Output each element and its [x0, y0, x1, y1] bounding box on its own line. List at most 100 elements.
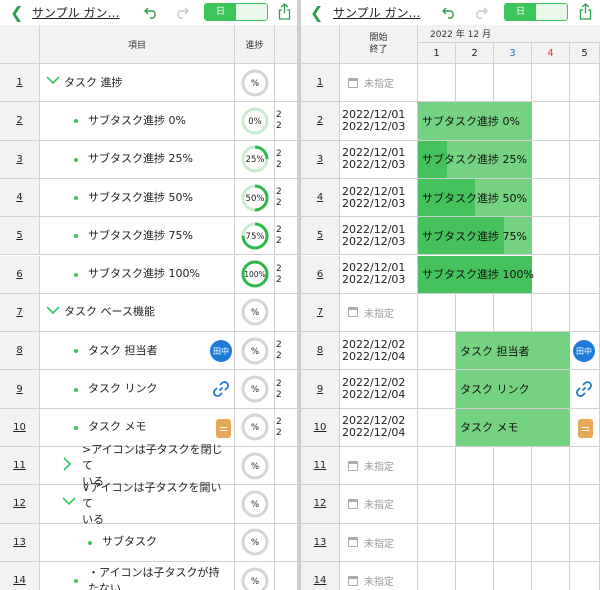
- gantt-bar[interactable]: サブタスク進捗 25%: [418, 140, 532, 178]
- date-range-cell[interactable]: 2022/12/01 2022/12/03: [340, 178, 418, 218]
- task-row[interactable]: タスク ベース機能: [40, 293, 235, 333]
- row-number[interactable]: 5: [301, 217, 340, 256]
- chevron-down-icon[interactable]: [62, 495, 76, 509]
- date-unset-cell[interactable]: 未指定: [340, 485, 418, 524]
- row-number[interactable]: 4: [301, 178, 340, 218]
- row-number[interactable]: 6: [0, 255, 40, 294]
- gantt-grid-cell[interactable]: [570, 447, 600, 486]
- task-row[interactable]: タスク リンク: [40, 370, 235, 409]
- date-range-cell[interactable]: 2022/12/02 2022/12/04: [340, 370, 418, 409]
- back-chevron-icon[interactable]: ❮: [310, 3, 323, 22]
- gantt-grid-cell[interactable]: [532, 217, 570, 256]
- gantt-bar[interactable]: サブタスク進捗 50%: [418, 178, 532, 217]
- memo-icon[interactable]: [578, 418, 593, 438]
- view-other-tab[interactable]: [536, 4, 567, 20]
- row-number[interactable]: 14: [301, 561, 340, 590]
- date-range-cell[interactable]: 2022/12/01 2022/12/03: [340, 255, 418, 294]
- date-range-cell[interactable]: 2022/12/01 2022/12/03: [340, 217, 418, 256]
- gantt-grid-cell[interactable]: [532, 178, 570, 218]
- row-number[interactable]: 13: [0, 523, 40, 562]
- gantt-bar[interactable]: タスク メモ: [456, 408, 570, 446]
- memo-icon[interactable]: [216, 418, 231, 438]
- gantt-grid-cell[interactable]: [494, 523, 532, 562]
- row-number[interactable]: 2: [0, 102, 40, 141]
- gantt-grid-cell[interactable]: [532, 561, 570, 590]
- chevron-down-icon[interactable]: [46, 74, 60, 88]
- date-range-cell[interactable]: 2022/12/01 2022/12/03: [340, 140, 418, 179]
- gantt-grid-cell[interactable]: [418, 485, 456, 524]
- task-row[interactable]: ・アイコンは子タスクが持たない: [40, 561, 235, 590]
- row-number[interactable]: 8: [0, 332, 40, 371]
- share-icon[interactable]: [278, 3, 291, 20]
- gantt-grid-cell[interactable]: [418, 561, 456, 590]
- gantt-grid-cell[interactable]: [456, 64, 494, 103]
- task-row[interactable]: サブタスク進捗 25%: [40, 140, 235, 179]
- date-unset-cell[interactable]: 未指定: [340, 293, 418, 333]
- row-number[interactable]: 11: [0, 447, 40, 486]
- row-number[interactable]: 12: [0, 485, 40, 524]
- gantt-grid-cell[interactable]: [532, 64, 570, 103]
- gantt-grid-cell[interactable]: [494, 64, 532, 103]
- gantt-grid-cell[interactable]: [532, 255, 570, 294]
- gantt-grid-cell[interactable]: [570, 217, 600, 256]
- row-number[interactable]: 1: [301, 64, 340, 103]
- task-row[interactable]: タスク 進捗: [40, 64, 235, 103]
- gantt-grid-cell[interactable]: [532, 293, 570, 333]
- project-title[interactable]: サンプル ガン…: [333, 4, 420, 21]
- gantt-grid-cell[interactable]: [570, 561, 600, 590]
- gantt-bar[interactable]: サブタスク進捗 100%: [418, 255, 534, 293]
- gantt-grid-cell[interactable]: [570, 293, 600, 333]
- gantt-grid-cell[interactable]: [418, 408, 456, 447]
- row-number[interactable]: 10: [301, 408, 340, 447]
- gantt-grid-cell[interactable]: [494, 447, 532, 486]
- row-number[interactable]: 9: [301, 370, 340, 409]
- task-row[interactable]: タスク 担当者 田中: [40, 332, 235, 371]
- gantt-grid-cell[interactable]: [570, 255, 600, 294]
- view-other-tab[interactable]: [236, 4, 267, 20]
- date-range-cell[interactable]: 2022/12/01 2022/12/03: [340, 102, 418, 141]
- project-title[interactable]: サンプル ガン…: [32, 4, 119, 21]
- row-number[interactable]: 7: [0, 293, 40, 333]
- gantt-grid-cell[interactable]: [570, 523, 600, 562]
- row-number[interactable]: 5: [0, 217, 40, 256]
- gantt-grid-cell[interactable]: [494, 561, 532, 590]
- date-unset-cell[interactable]: 未指定: [340, 523, 418, 562]
- gantt-grid-cell[interactable]: [456, 447, 494, 486]
- row-number[interactable]: 12: [301, 485, 340, 524]
- row-number[interactable]: 1: [0, 64, 40, 103]
- redo-icon[interactable]: [474, 5, 488, 19]
- gantt-bar[interactable]: サブタスク進捗 0%: [418, 102, 532, 140]
- view-day-tab[interactable]: 日: [205, 4, 236, 20]
- gantt-grid-cell[interactable]: [494, 293, 532, 333]
- gantt-grid-cell[interactable]: [570, 140, 600, 179]
- task-row[interactable]: ∨アイコンは子タスクを開いて いる: [40, 481, 235, 526]
- row-number[interactable]: 7: [301, 293, 340, 333]
- gantt-grid-cell[interactable]: [456, 561, 494, 590]
- gantt-grid-cell[interactable]: [494, 485, 532, 524]
- date-unset-cell[interactable]: 未指定: [340, 561, 418, 590]
- gantt-grid-cell[interactable]: [418, 64, 456, 103]
- row-number[interactable]: 13: [301, 523, 340, 562]
- gantt-grid-cell[interactable]: [570, 485, 600, 524]
- task-row[interactable]: サブタスク進捗 0%: [40, 102, 235, 141]
- gantt-grid-cell[interactable]: [418, 523, 456, 562]
- gantt-bar[interactable]: タスク 担当者: [456, 332, 570, 370]
- gantt-grid-cell[interactable]: [456, 293, 494, 333]
- row-number[interactable]: 11: [301, 447, 340, 486]
- chevron-down-icon[interactable]: [46, 304, 60, 318]
- row-number[interactable]: 6: [301, 255, 340, 294]
- row-number[interactable]: 9: [0, 370, 40, 409]
- gantt-grid-cell[interactable]: [570, 64, 600, 103]
- task-row[interactable]: サブタスク進捗 100%: [40, 255, 235, 294]
- gantt-grid-cell[interactable]: [418, 447, 456, 486]
- task-row[interactable]: サブタスク進捗 75%: [40, 217, 235, 256]
- task-row[interactable]: サブタスク進捗 50%: [40, 178, 235, 218]
- gantt-grid-cell[interactable]: [532, 485, 570, 524]
- gantt-grid-cell[interactable]: [532, 102, 570, 141]
- link-icon[interactable]: [575, 380, 593, 402]
- back-chevron-icon[interactable]: ❮: [10, 3, 23, 22]
- task-row[interactable]: サブタスク: [40, 523, 235, 562]
- undo-icon[interactable]: [144, 5, 158, 19]
- row-number[interactable]: 8: [301, 332, 340, 371]
- date-range-cell[interactable]: 2022/12/02 2022/12/04: [340, 332, 418, 371]
